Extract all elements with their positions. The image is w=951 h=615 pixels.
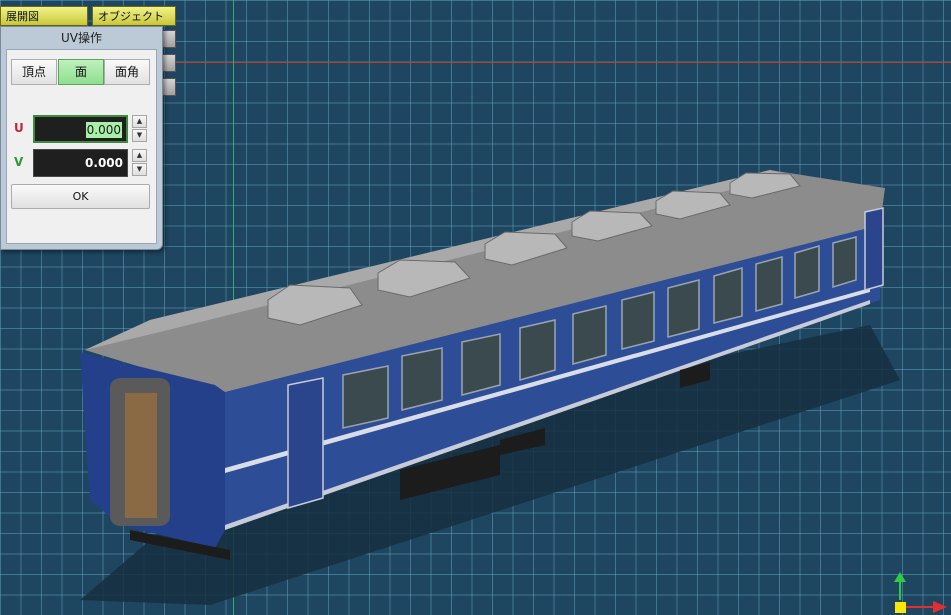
v-label: V bbox=[14, 155, 24, 169]
axis-x-arrow-icon[interactable] bbox=[905, 601, 947, 613]
object-tab[interactable]: オブジェクト bbox=[92, 6, 176, 26]
u-value-input[interactable]: 0.000 bbox=[33, 115, 128, 143]
u-value-text: 0.000 bbox=[85, 122, 122, 138]
axis-gizmo[interactable] bbox=[885, 570, 951, 615]
front-door bbox=[125, 393, 157, 518]
tab-face[interactable]: 面 bbox=[58, 59, 104, 85]
axis-origin-icon[interactable] bbox=[895, 602, 906, 613]
spin-down-arrow-icon[interactable]: ▼ bbox=[132, 163, 147, 176]
uv-operation-panel: UV操作 頂点 面 面角 U 0.000 ▲ ▼ V 0.000 ▲ ▼ OK bbox=[0, 26, 163, 250]
spin-up-arrow-icon[interactable]: ▲ bbox=[132, 115, 147, 128]
u-label: U bbox=[14, 121, 24, 135]
v-value-input[interactable]: 0.000 bbox=[33, 149, 128, 177]
tab-face-corner[interactable]: 面角 bbox=[104, 59, 150, 85]
panel-title[interactable]: UV操作 bbox=[1, 27, 162, 49]
ok-button[interactable]: OK bbox=[11, 184, 150, 209]
spin-up-arrow-icon[interactable]: ▲ bbox=[132, 149, 147, 162]
panel-body: 頂点 面 面角 U 0.000 ▲ ▼ V 0.000 ▲ ▼ OK bbox=[6, 49, 157, 244]
tenkaizu-tab[interactable]: 展開図 bbox=[0, 6, 88, 26]
spin-down-arrow-icon[interactable]: ▼ bbox=[132, 129, 147, 142]
axis-y-arrow-icon[interactable] bbox=[894, 572, 906, 600]
tab-vertex[interactable]: 頂点 bbox=[11, 59, 57, 85]
